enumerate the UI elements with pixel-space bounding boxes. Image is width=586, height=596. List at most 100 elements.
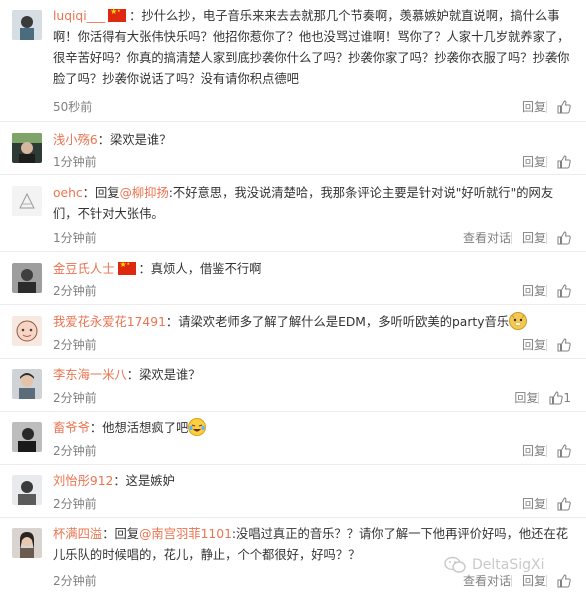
divider <box>546 155 547 168</box>
reply-button[interactable]: 回复 <box>522 572 546 589</box>
comment-actions: 回复 <box>522 282 571 299</box>
thumbs-up-icon[interactable] <box>557 496 571 511</box>
watermark-text: DeltaSigXi <box>472 557 545 573</box>
avatar[interactable] <box>12 10 42 40</box>
comment-actions: 回复 1 <box>514 389 571 406</box>
divider <box>546 444 547 457</box>
view-conversation-button[interactable]: 查看对话 <box>463 572 511 589</box>
comment-body: ：真烦人，借鉴不行啊 <box>138 262 262 276</box>
divider <box>546 574 547 587</box>
comment-body: ：抄什么抄，电子音乐来来去去就那几个节奏啊，羡慕嫉妒就直说啊，搞什么事啊！你活得… <box>53 9 570 86</box>
laugh-cry-emoji-icon <box>188 418 207 436</box>
comment-body: ：梁欢是谁？ <box>126 368 201 382</box>
reply-button[interactable]: 回复 <box>522 229 546 246</box>
username-link[interactable]: 杯满四溢 <box>53 527 102 541</box>
comment-body: ：他想活想疯了吧 <box>89 421 189 435</box>
reply-button[interactable]: 回复 <box>522 336 546 353</box>
comment-text: 浅小殇6：梁欢是谁？ <box>53 130 574 151</box>
like-count: 1 <box>563 390 571 405</box>
comment-actions: 回复 <box>522 153 571 170</box>
comment-item: 我爱花永爱花17491：请梁欢老师多了解了解什么是EDM，多听听欧美的party… <box>0 305 586 359</box>
mention-link[interactable]: @柳抑扬 <box>120 186 169 200</box>
view-conversation-button[interactable]: 查看对话 <box>463 229 511 246</box>
timestamp: 2分钟前 <box>53 391 97 405</box>
timestamp: 2分钟前 <box>53 497 97 511</box>
reply-button[interactable]: 回复 <box>522 442 546 459</box>
timestamp: 1分钟前 <box>53 155 97 169</box>
comment-item: 畜爷爷：他想活想疯了吧 2分钟前 回复 <box>0 412 586 465</box>
comment-text: 李东海一米八：梁欢是谁？ <box>53 365 574 386</box>
reply-button[interactable]: 回复 <box>522 98 546 115</box>
comment-text: oehc：回复@柳抑扬:不好意思，我没说清楚哈，我那条评论主要是针对说"好听就行… <box>53 183 574 225</box>
timestamp: 50秒前 <box>53 100 93 114</box>
timestamp: 2分钟前 <box>53 284 97 298</box>
timestamp: 2分钟前 <box>53 574 97 588</box>
comment-actions: 查看对话 回复 <box>463 229 571 246</box>
username-link[interactable]: 浅小殇6 <box>53 133 98 147</box>
comment-actions: 回复 <box>522 442 571 459</box>
watermark: DeltaSigXi <box>444 556 545 574</box>
divider <box>546 497 547 510</box>
avatar[interactable] <box>12 422 42 452</box>
thumbs-up-icon[interactable] <box>557 443 571 458</box>
timestamp: 1分钟前 <box>53 231 97 245</box>
divider <box>510 231 512 244</box>
thumbs-up-icon[interactable] <box>549 390 564 405</box>
avatar[interactable] <box>12 133 42 163</box>
comment-text: 我爱花永爱花17491：请梁欢老师多了解了解什么是EDM，多听听欧美的party… <box>53 312 574 333</box>
thumbs-up-icon[interactable] <box>557 154 571 169</box>
username-link[interactable]: 刘怡彤912 <box>53 474 113 488</box>
comment-item: 金豆氏人士 ：真烦人，借鉴不行啊 2分钟前 回复 <box>0 252 586 305</box>
avatar[interactable] <box>12 369 42 399</box>
comment-body: ：请梁欢老师多了解了解什么是EDM，多听听欧美的party音乐 <box>165 315 510 329</box>
comment-actions: 回复 <box>522 98 571 115</box>
divider <box>538 391 540 404</box>
username-link[interactable]: 李东海一米八 <box>53 368 127 382</box>
divider <box>546 338 547 351</box>
reply-prefix: ：回复 <box>82 186 120 200</box>
reply-button[interactable]: 回复 <box>522 495 546 512</box>
avatar[interactable] <box>12 316 42 346</box>
china-flag-icon <box>108 6 127 22</box>
comment-actions: 查看对话 回复 <box>463 572 571 589</box>
avatar[interactable] <box>12 475 42 505</box>
timestamp: 2分钟前 <box>53 444 97 458</box>
divider <box>546 231 547 244</box>
thumbs-up-icon[interactable] <box>557 99 571 114</box>
reply-button[interactable]: 回复 <box>522 282 546 299</box>
thumbs-up-icon[interactable] <box>557 337 571 352</box>
comment-actions: 回复 <box>522 336 571 353</box>
avatar[interactable] <box>12 263 42 293</box>
comment-item: 李东海一米八：梁欢是谁？ 2分钟前 回复 1 <box>0 359 586 412</box>
comment-item: 刘怡彤912：这是嫉妒 2分钟前 回复 <box>0 465 586 518</box>
username-link[interactable]: 金豆氏人士 <box>53 262 115 276</box>
mention-link[interactable]: @南宫羽菲1101 <box>139 527 232 541</box>
comment-body: ：这是嫉妒 <box>113 474 175 488</box>
doge-emoji-icon <box>509 312 528 330</box>
reply-button[interactable]: 回复 <box>514 389 538 406</box>
username-link[interactable]: oehc <box>53 186 83 200</box>
avatar[interactable] <box>12 528 42 558</box>
comment-text: 畜爷爷：他想活想疯了吧 <box>53 418 574 439</box>
china-flag-icon <box>117 259 136 275</box>
divider <box>546 284 547 297</box>
divider <box>546 100 547 113</box>
wechat-icon <box>444 556 466 573</box>
comment-text: luqiqi___：抄什么抄，电子音乐来来去去就那几个节奏啊，羡慕嫉妒就直说啊，… <box>53 6 574 90</box>
divider <box>510 574 512 587</box>
thumbs-up-icon[interactable] <box>557 283 571 298</box>
avatar[interactable] <box>12 186 42 216</box>
comment-actions: 回复 <box>522 495 571 512</box>
comment-item: oehc：回复@柳抑扬:不好意思，我没说清楚哈，我那条评论主要是针对说"好听就行… <box>0 175 586 252</box>
username-link[interactable]: 畜爷爷 <box>53 421 90 435</box>
thumbs-up-icon[interactable] <box>557 230 571 245</box>
comment-item: luqiqi___：抄什么抄，电子音乐来来去去就那几个节奏啊，羡慕嫉妒就直说啊，… <box>0 0 586 122</box>
username-link[interactable]: luqiqi___ <box>53 9 105 23</box>
thumbs-up-icon[interactable] <box>557 573 571 588</box>
reply-button[interactable]: 回复 <box>522 153 546 170</box>
comment-text: 刘怡彤912：这是嫉妒 <box>53 471 574 492</box>
comment-text: 金豆氏人士 ：真烦人，借鉴不行啊 <box>53 259 574 280</box>
timestamp: 2分钟前 <box>53 338 97 352</box>
comment-body: ：梁欢是谁？ <box>97 133 172 147</box>
username-link[interactable]: 我爱花永爱花17491 <box>53 315 166 329</box>
